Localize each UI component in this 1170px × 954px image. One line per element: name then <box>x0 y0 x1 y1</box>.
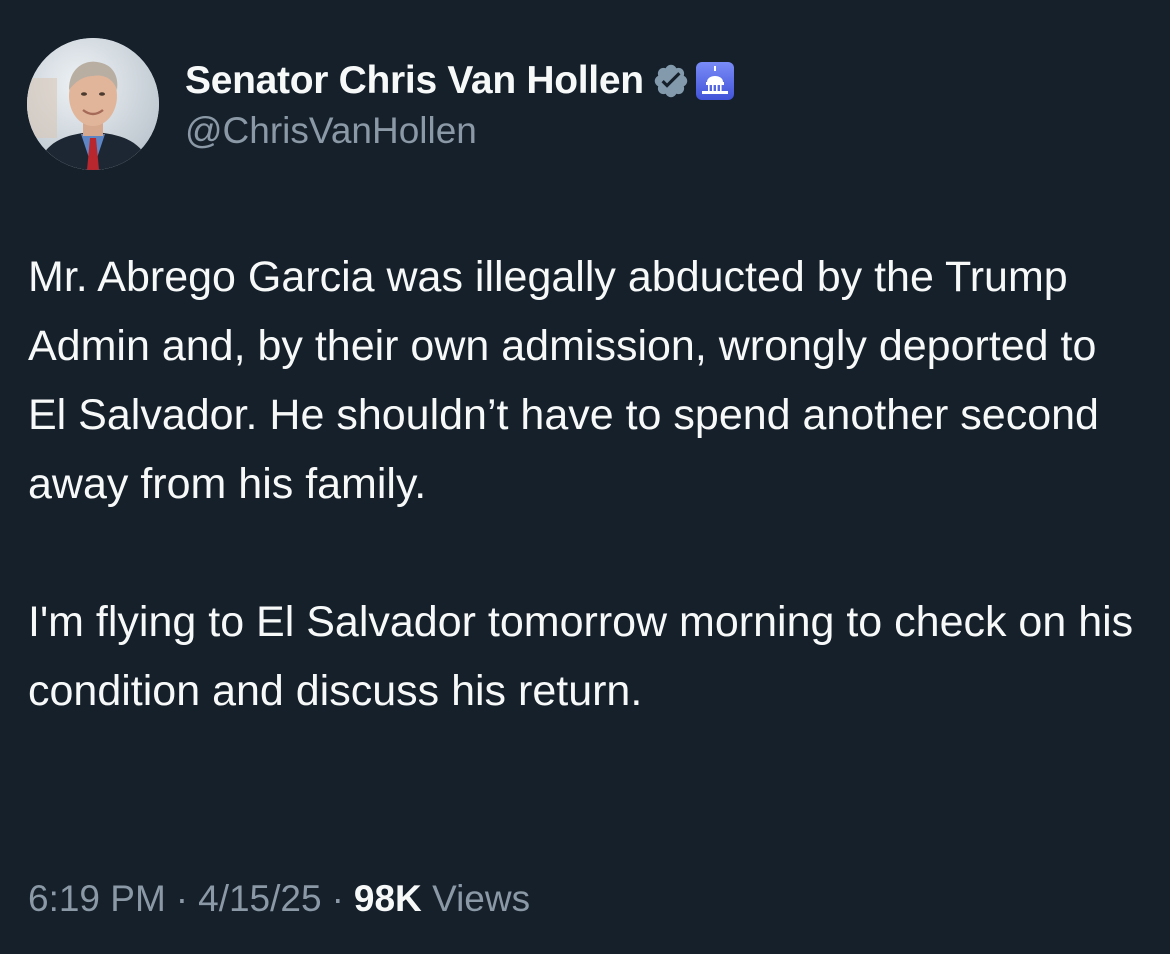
tweet-header: Senator Chris Van Hollen @ChrisVanHollen <box>27 38 736 170</box>
verified-badge-icon[interactable] <box>652 62 690 100</box>
name-row: Senator Chris Van Hollen <box>185 56 736 106</box>
author-handle[interactable]: @ChrisVanHollen <box>185 110 736 152</box>
tweet-text: Mr. Abrego Garcia was illegally abducted… <box>28 243 1138 726</box>
author-identity: Senator Chris Van Hollen @ChrisVanHollen <box>185 56 736 152</box>
tweet-metadata: 6:19 PM · 4/15/25 · 98K Views <box>28 878 530 920</box>
tweet-paragraph-2: I'm flying to El Salvador tomorrow morni… <box>28 598 1134 715</box>
tweet: Senator Chris Van Hollen @ChrisVanHollen… <box>0 0 1170 954</box>
views-count[interactable]: 98K <box>354 878 422 919</box>
us-capitol-icon[interactable] <box>694 60 736 102</box>
author-display-name[interactable]: Senator Chris Van Hollen <box>185 59 644 103</box>
meta-separator: · <box>175 878 189 919</box>
views-label[interactable]: Views <box>432 878 530 919</box>
tweet-date[interactable]: 4/15/25 <box>198 878 321 919</box>
avatar[interactable] <box>27 38 159 170</box>
meta-separator: · <box>331 878 344 919</box>
avatar-photo <box>27 38 159 170</box>
tweet-paragraph-1: Mr. Abrego Garcia was illegally abducted… <box>28 253 1099 508</box>
tweet-time[interactable]: 6:19 PM <box>28 878 166 919</box>
